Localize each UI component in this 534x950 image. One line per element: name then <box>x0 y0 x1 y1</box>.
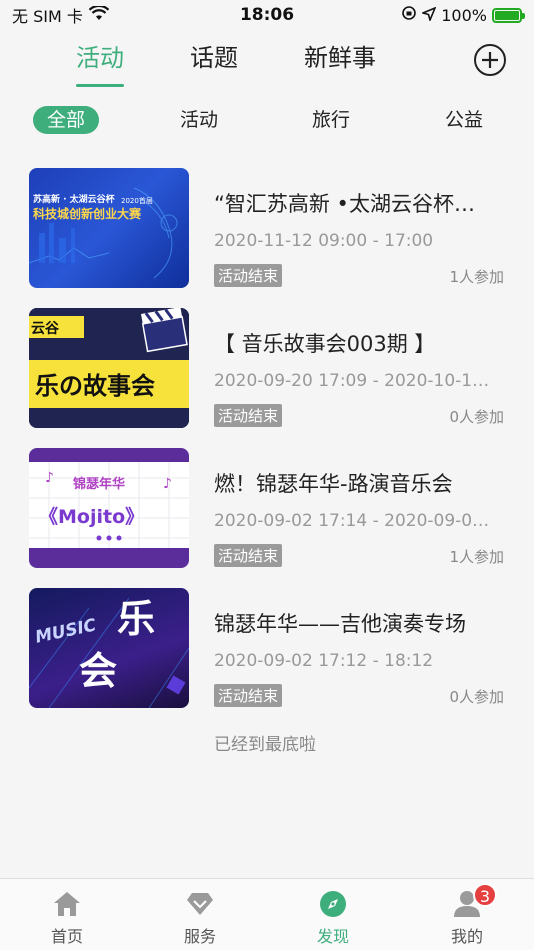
thumb-text: 苏高新 · 太湖云谷杯 <box>33 193 116 205</box>
event-item[interactable]: ♪ ♪ 锦瑟年华 《Mojito》 燃！锦瑟年华-路演音乐会 2020-09-0… <box>0 448 534 568</box>
add-icon[interactable] <box>474 44 506 76</box>
tab-news[interactable]: 新鲜事 <box>304 38 376 73</box>
battery-percent: 100% <box>441 5 487 25</box>
nav-discover-label: 发现 <box>316 927 349 946</box>
status-badge: 活动结束 <box>214 264 283 287</box>
participant-count: 0人参加 <box>449 408 504 426</box>
event-date: 2020-09-02 17:14 - 2020-09-0… <box>214 511 490 531</box>
nav-discover[interactable]: 发现 <box>293 889 373 947</box>
event-title: 燃！锦瑟年华-路演音乐会 <box>214 472 453 496</box>
status-badge: 活动结束 <box>214 544 283 567</box>
top-tab-bar: 活动 话题 新鲜事 <box>0 38 534 88</box>
participant-count: 1人参加 <box>449 268 504 286</box>
nav-mine-label: 我的 <box>450 927 483 946</box>
thumb-text: 锦瑟年华 <box>73 476 125 492</box>
wifi-icon <box>88 4 110 25</box>
location-icon <box>420 6 437 25</box>
thumb-text: MUSIC <box>33 615 98 648</box>
status-bar: 无 SIM 卡 18:06 100% <box>0 0 534 30</box>
filter-activity[interactable]: 活动 <box>180 106 218 134</box>
compass-icon <box>293 889 373 919</box>
event-thumbnail: ♪ ♪ 锦瑟年华 《Mojito》 <box>29 448 189 568</box>
event-title: 【 音乐故事会003期 】 <box>214 332 436 356</box>
status-badge: 活动结束 <box>214 684 283 707</box>
thumb-text: 云谷 <box>31 321 60 337</box>
event-item[interactable]: MUSIC 乐 会 锦瑟年华——吉他演奏专场 2020-09-02 17:12 … <box>0 588 534 708</box>
notification-badge: 3 <box>473 883 497 907</box>
filter-travel[interactable]: 旅行 <box>312 106 350 134</box>
tab-activity-label: 活动 <box>76 44 124 72</box>
tab-topics-label: 话题 <box>190 44 238 72</box>
nav-home[interactable]: 首页 <box>27 889 107 947</box>
svg-text:♪: ♪ <box>163 476 172 492</box>
thumb-text: 乐 <box>117 597 155 641</box>
thumb-text: 乐の故事会 <box>35 372 155 400</box>
carrier-label: 无 SIM 卡 <box>12 7 83 26</box>
battery-fill <box>495 10 519 20</box>
tab-activity[interactable]: 活动 <box>76 38 124 87</box>
diamond-icon <box>160 889 240 919</box>
event-thumbnail: MUSIC 乐 会 <box>29 588 189 708</box>
event-thumbnail: 云谷 乐の故事会 <box>29 308 189 428</box>
event-item[interactable]: 云谷 乐の故事会 【 音乐故事会003期 】 2020-09-20 17:09 … <box>0 308 534 428</box>
event-title: 锦瑟年华——吉他演奏专场 <box>214 612 466 636</box>
battery-icon <box>492 7 525 23</box>
home-icon <box>27 889 107 919</box>
thumb-text: 2020首届 <box>121 196 153 205</box>
tab-topics[interactable]: 话题 <box>190 38 238 73</box>
event-date: 2020-11-12 09:00 - 17:00 <box>214 231 434 251</box>
event-date: 2020-09-02 17:12 - 18:12 <box>214 651 434 671</box>
bottom-nav: 首页 服务 发现 我的 3 <box>0 878 534 950</box>
thumb-text: 会 <box>79 649 117 693</box>
nav-service[interactable]: 服务 <box>160 889 240 947</box>
active-tab-indicator <box>76 84 124 87</box>
event-thumbnail: 苏高新 · 太湖云谷杯 2020首届 科技城创新创业大赛 <box>29 168 189 288</box>
participant-count: 1人参加 <box>449 548 504 566</box>
nav-service-label: 服务 <box>183 927 216 946</box>
status-right: 100% <box>401 5 525 25</box>
filter-all[interactable]: 全部 <box>33 106 100 134</box>
event-item[interactable]: 苏高新 · 太湖云谷杯 2020首届 科技城创新创业大赛 “智汇苏高新 •太湖云… <box>0 168 534 288</box>
nav-home-label: 首页 <box>50 927 83 946</box>
event-title: “智汇苏高新 •太湖云谷杯… <box>214 192 475 216</box>
status-left: 无 SIM 卡 <box>12 3 110 27</box>
nav-mine[interactable]: 我的 3 <box>427 883 507 947</box>
lock-rotation-icon <box>401 5 417 25</box>
thumb-text: 科技城创新创业大赛 <box>33 206 142 221</box>
filter-bar: 全部 活动 旅行 公益 <box>0 106 534 136</box>
status-badge: 活动结束 <box>214 404 283 427</box>
svg-text:♪: ♪ <box>45 470 54 486</box>
thumb-text: 《Mojito》 <box>39 505 144 528</box>
filter-charity[interactable]: 公益 <box>445 106 483 134</box>
event-date: 2020-09-20 17:09 - 2020-10-1… <box>214 371 490 391</box>
list-end-text: 已经到最底啦 <box>214 735 316 755</box>
participant-count: 0人参加 <box>449 688 504 706</box>
tab-news-label: 新鲜事 <box>304 44 376 72</box>
